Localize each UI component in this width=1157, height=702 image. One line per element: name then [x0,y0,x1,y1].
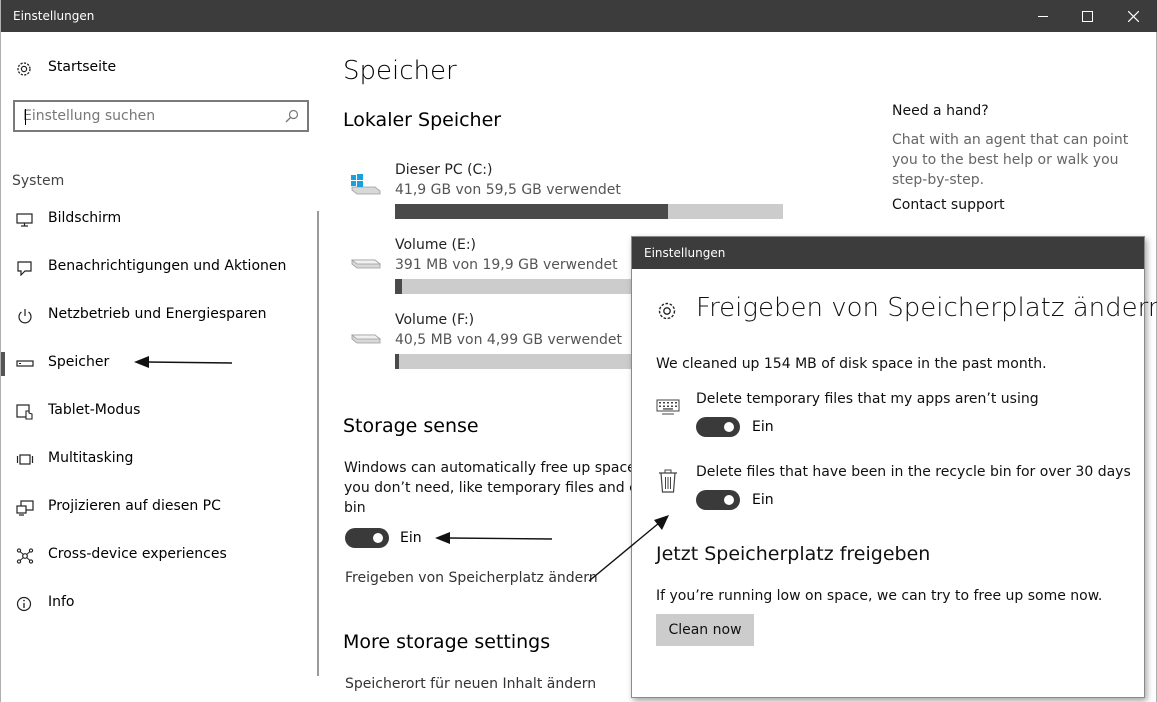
arrow-to-toggle [435,532,553,544]
storage-sense-heading: Storage sense [343,415,479,437]
drive-item[interactable]: Dieser PC (C:) 41,9 GB von 59,5 GB verwe… [349,162,789,222]
temp-files-toggle[interactable] [696,417,740,437]
minimize-button[interactable] [1020,0,1066,32]
home-label: Startseite [48,59,117,75]
sidebar-item-label: Cross-device experiences [48,546,227,562]
home-link[interactable]: Startseite [15,58,116,80]
sidebar-item-label: Multitasking [48,450,134,466]
page-title: Speicher [343,56,457,86]
sidebar-item-info[interactable]: Info [1,588,311,620]
cross-device-icon [16,548,34,564]
sidebar-item-power[interactable]: Netzbetrieb und Energiesparen [1,300,311,332]
recycle-bin-toggle[interactable] [696,490,740,510]
sidebar-item-multitasking[interactable]: Multitasking [1,444,311,476]
gear-icon [17,62,31,76]
window-title: Einstellungen [13,9,95,23]
close-button[interactable] [1110,0,1156,32]
search-input[interactable] [23,106,273,126]
storage-sense-toggle[interactable] [345,528,389,548]
usage-bar [395,204,783,219]
storage-sense-toggle-label: Ein [400,530,422,546]
storage-sense-description: Windows can automatically free up space … [344,458,639,518]
description-line: bin [344,500,366,516]
contact-support-link[interactable]: Contact support [892,197,1005,213]
search-icon [285,109,299,123]
gear-icon [658,302,676,320]
sidebar-item-label: Projizieren auf diesen PC [48,498,221,514]
free-space-dialog: Einstellungen Freigeben von Speicherplat… [631,236,1157,698]
windows-drive-icon [351,174,381,195]
power-icon [18,309,32,324]
sidebar-item-label: Info [48,594,75,610]
toggle-knob [724,495,734,505]
usage-bar-fill [395,354,399,369]
free-now-text: If you’re running low on space, we can t… [656,588,1103,604]
drive-name: Volume (F:) [395,312,475,328]
more-storage-heading: More storage settings [343,631,551,653]
cleaned-summary: We cleaned up 154 MB of disk space in th… [656,356,1047,372]
drive-usage: 40,5 MB von 4,99 GB verwendet [395,332,623,348]
drive-icon [350,259,381,269]
active-indicator [1,352,5,376]
keyboard-icon [656,399,680,415]
display-icon [16,213,33,227]
dialog-heading: Freigeben von Speicherplatz ändern [696,293,1157,323]
drive-name: Volume (E:) [395,237,477,253]
sidebar-item-display[interactable]: Bildschirm [1,204,311,236]
clean-now-button[interactable]: Clean now [656,614,754,646]
sidebar-item-tablet-mode[interactable]: Tablet-Modus [1,396,311,428]
text-caret [25,109,26,125]
search-box[interactable] [13,100,309,132]
info-icon [16,596,32,612]
dialog-title-bar: Einstellungen [632,237,1144,269]
toggle-knob [373,533,383,543]
sidebar-item-label: Netzbetrieb und Energiesparen [48,306,267,322]
drive-usage: 391 MB von 19,9 GB verwendet [395,257,618,273]
sidebar-item-label: Bildschirm [48,210,122,226]
close-icon [1127,10,1139,22]
recycle-bin-toggle-label: Ein [752,492,774,508]
description-line: you don’t need, like temporary files and… [344,480,639,496]
title-bar: Einstellungen [1,0,1157,32]
sidebar-scrollbar[interactable] [317,211,319,676]
option-temp-files-label: Delete temporary files that my apps aren… [696,391,1039,407]
change-save-location-link[interactable]: Speicherort für neuen Inhalt ändern [345,676,596,692]
sidebar-item-projecting[interactable]: Projizieren auf diesen PC [1,492,311,524]
help-text: Chat with an agent that can point you to… [892,132,1129,188]
usage-bar-fill [395,279,403,294]
settings-window: Einstellungen Startseite System Bildschi… [0,0,1157,702]
description-line: Windows can automatically free up space … [344,460,639,476]
drive-usage: 41,9 GB von 59,5 GB verwendet [395,182,621,198]
dialog-title: Einstellungen [644,246,726,260]
sidebar-item-label: Benachrichtigungen und Aktionen [48,258,287,274]
minimize-icon [1037,15,1048,17]
drive-name: Dieser PC (C:) [395,162,493,178]
maximize-icon [1081,10,1093,22]
free-now-heading: Jetzt Speicherplatz freigeben [656,543,931,565]
recycle-bin-icon [659,469,677,493]
projecting-icon [16,500,34,516]
sidebar-item-storage[interactable]: Speicher [1,348,311,380]
sidebar-item-label: Tablet-Modus [48,402,141,418]
help-title: Need a hand? [892,103,989,119]
drive-icon [350,334,381,344]
local-storage-heading: Lokaler Speicher [343,109,502,131]
change-free-space-link[interactable]: Freigeben von Speicherplatz ändern [345,570,598,586]
sidebar-item-cross-device[interactable]: Cross-device experiences [1,540,311,572]
usage-bar-fill [395,204,669,219]
temp-files-toggle-label: Ein [752,419,774,435]
notifications-icon [17,261,32,276]
sidebar-item-label: Speicher [48,354,110,370]
tablet-mode-icon [16,404,33,420]
multitasking-icon [16,454,34,465]
option-recycle-bin-label: Delete files that have been in the recyc… [696,464,1131,480]
storage-icon [16,360,34,367]
maximize-button[interactable] [1064,0,1110,32]
group-label-system: System [12,173,65,189]
sidebar-item-notifications[interactable]: Benachrichtigungen und Aktionen [1,252,311,284]
toggle-knob [724,422,734,432]
